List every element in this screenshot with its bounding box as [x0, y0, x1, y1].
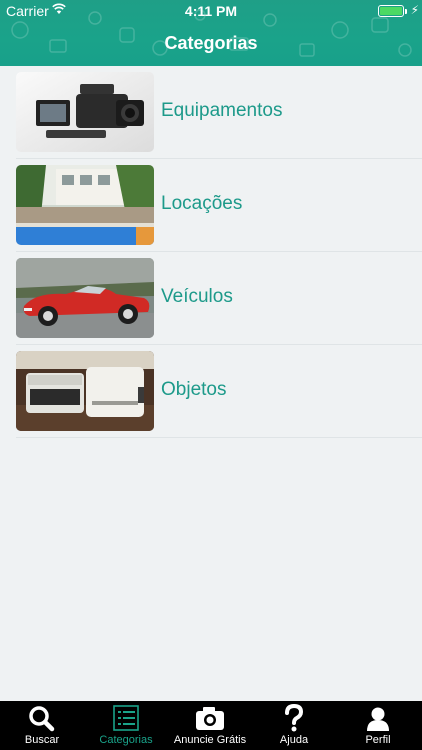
camera-icon	[196, 707, 224, 730]
red-car-photo	[16, 258, 154, 338]
tab-label: Buscar	[24, 734, 60, 746]
tab-label: Perfil	[365, 734, 391, 746]
tab-label: Categorias	[99, 734, 153, 746]
person-icon	[367, 707, 389, 731]
status-time: 4:11 PM	[184, 3, 238, 19]
charging-icon: ⚡	[410, 3, 419, 17]
typewriter-photo	[16, 351, 154, 431]
tab-label: Anuncie Grátis	[173, 734, 247, 746]
tab-label: Ajuda	[279, 734, 309, 746]
category-label: Veículos	[161, 286, 233, 307]
camera-photo	[16, 72, 154, 152]
page-title: Categorias	[164, 33, 258, 53]
tab-buscar[interactable]: Buscar	[0, 701, 84, 750]
row-divider	[16, 437, 422, 438]
category-label: Objetos	[161, 379, 227, 400]
category-label: Equipamentos	[161, 100, 283, 121]
category-row-veiculos[interactable]: Veículos	[16, 252, 406, 339]
status-bar: Carrier 4:11 PM ⚡	[0, 0, 422, 22]
nav-header: Carrier 4:11 PM ⚡ Categorias	[0, 0, 422, 66]
question-icon	[285, 704, 304, 732]
pool-house-photo	[16, 165, 154, 245]
list-icon	[113, 705, 139, 731]
battery-tip	[405, 9, 407, 14]
category-row-equipamentos[interactable]: Equipamentos	[16, 66, 406, 153]
battery-icon	[378, 5, 404, 17]
search-icon	[29, 706, 55, 732]
category-label: Locações	[161, 193, 243, 214]
category-row-locacoes[interactable]: Locações	[16, 159, 406, 246]
tab-perfil[interactable]: Perfil	[336, 701, 420, 750]
tab-categorias[interactable]: Categorias	[84, 701, 168, 750]
category-row-objetos[interactable]: Objetos	[16, 345, 406, 432]
tab-anuncie-gratis[interactable]: Anuncie Grátis	[168, 701, 252, 750]
tab-ajuda[interactable]: Ajuda	[252, 701, 336, 750]
tab-bar: Buscar Categorias Anuncie Grátis Ajuda P…	[0, 701, 422, 750]
